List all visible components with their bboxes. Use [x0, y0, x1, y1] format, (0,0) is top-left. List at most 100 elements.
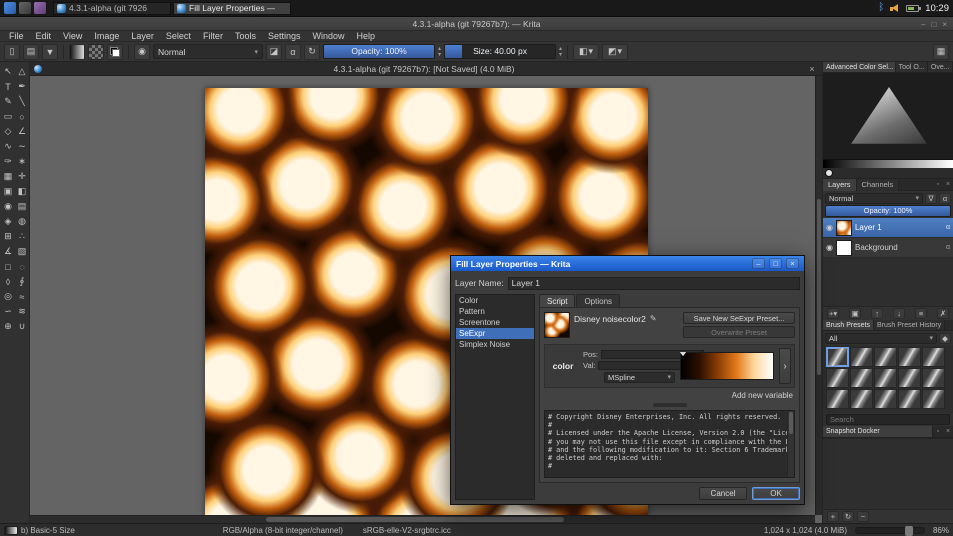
size-spinner[interactable]: ▴▾ — [559, 46, 562, 58]
toolbox-tool[interactable]: ✑ — [1, 154, 15, 169]
workspace-chooser-button[interactable]: ▦ — [933, 44, 949, 60]
maximize-icon[interactable]: □ — [931, 20, 936, 29]
toolbox-tool[interactable]: ∼ — [15, 139, 29, 154]
new-document-button[interactable]: ▯ — [4, 44, 20, 60]
toolbox-tool[interactable]: ▤ — [15, 199, 29, 214]
toolbox-tool[interactable]: ◊ — [1, 274, 15, 289]
toolbox-tool[interactable]: ✛ — [15, 169, 29, 184]
toolbox-tool[interactable]: ▭ — [1, 109, 15, 124]
toolbox-tool[interactable]: ◈ — [1, 214, 15, 229]
brush-preset[interactable] — [850, 389, 873, 409]
horizontal-scrollbar[interactable] — [30, 515, 815, 523]
snapshot-docker-tab[interactable]: Snapshot Docker — [823, 426, 933, 437]
window-titlebar[interactable]: 4.3.1-alpha (git 79267b7): — Krita – □ × — [0, 17, 953, 31]
layer-visibility-eye-icon[interactable]: ◉ — [826, 223, 833, 232]
menu-item[interactable]: Select — [160, 31, 197, 42]
brush-search-input[interactable] — [826, 414, 950, 425]
battery-icon[interactable] — [906, 5, 919, 12]
brush-preset[interactable] — [874, 389, 897, 409]
toolbox-tool[interactable]: △ — [15, 64, 29, 79]
toolbox-tool[interactable]: □ — [1, 259, 15, 274]
close-docker-icon[interactable]: × — [943, 181, 953, 188]
save-new-preset-button[interactable]: Save New SeExpr Preset... — [683, 312, 795, 324]
generator-item[interactable]: SeExpr — [456, 328, 534, 339]
brush-docker-tab[interactable]: Brush Preset History — [874, 320, 945, 330]
splitter-handle[interactable] — [653, 403, 687, 407]
menu-item[interactable]: View — [57, 31, 88, 42]
mirror-horizontal-button[interactable]: ◧ ▾ — [573, 44, 599, 60]
brush-preset[interactable] — [826, 347, 849, 367]
brush-preset[interactable] — [922, 347, 945, 367]
reload-preset-button[interactable]: ↻ — [304, 44, 320, 60]
menu-item[interactable]: Settings — [262, 31, 307, 42]
save-document-button[interactable]: ▼ — [42, 44, 58, 60]
menu-item[interactable]: Window — [306, 31, 350, 42]
toolbox-tool[interactable]: ∴ — [15, 229, 29, 244]
layer-visibility-eye-icon[interactable]: ◉ — [826, 243, 833, 252]
toolbox-tool[interactable]: ○ — [15, 109, 29, 124]
volume-icon[interactable] — [890, 4, 900, 13]
docker-tab[interactable]: Ove... — [928, 62, 953, 72]
pattern-chooser-button[interactable] — [88, 44, 104, 60]
toolbox-tool[interactable]: ∽ — [1, 304, 15, 319]
layer-row[interactable]: ◉ Background α — [823, 238, 953, 258]
minimize-icon[interactable]: – — [921, 20, 925, 29]
bluetooth-icon[interactable]: ᛒ — [878, 3, 884, 13]
layer-properties-button[interactable]: ≡ — [915, 308, 927, 319]
float-docker-icon[interactable]: ▫ — [933, 181, 943, 188]
brush-preset[interactable] — [898, 347, 921, 367]
toolbox-tool[interactable]: ◍ — [15, 214, 29, 229]
overwrite-preset-button[interactable]: Overwrite Preset — [683, 326, 795, 338]
toolbox-tool[interactable]: ≈ — [15, 289, 29, 304]
generator-item[interactable]: Screentone — [456, 317, 534, 328]
toolbox-tool[interactable]: ◉ — [1, 199, 15, 214]
layer-blend-mode-combo[interactable]: Normal ▾ — [825, 193, 923, 204]
gradient-chooser-button[interactable] — [69, 44, 85, 60]
current-color-swatch[interactable] — [825, 169, 833, 177]
toolbox-tool[interactable]: ▧ — [15, 244, 29, 259]
toolbox-tool[interactable]: ◎ — [1, 289, 15, 304]
application-menu-icon[interactable] — [4, 2, 16, 14]
float-docker-icon[interactable]: ▫ — [933, 428, 943, 435]
toolbox-tool[interactable]: ◧ — [15, 184, 29, 199]
layer-opacity-slider[interactable]: Opacity: 100% — [825, 205, 951, 217]
toolbox-tool[interactable]: ∡ — [1, 244, 15, 259]
foreground-background-color-selector[interactable] — [107, 44, 123, 60]
add-new-variable-button[interactable]: Add new variable — [732, 391, 793, 400]
docker-tab[interactable]: Tool O... — [896, 62, 928, 72]
toolbox-tool[interactable]: ⊕ — [1, 319, 15, 334]
create-snapshot-button[interactable]: + — [827, 511, 839, 522]
brush-preset[interactable] — [898, 389, 921, 409]
brush-preset[interactable] — [826, 368, 849, 388]
taskbar-window-button[interactable]: 4.3.1-alpha (git 7926 — [53, 2, 171, 15]
dialog-minimize-icon[interactable]: – — [752, 258, 765, 269]
brush-preset[interactable] — [874, 368, 897, 388]
script-editor[interactable]: # Copyright Disney Enterprises, Inc. All… — [544, 410, 795, 478]
tray-icon[interactable] — [34, 2, 46, 14]
dialog-maximize-icon[interactable]: □ — [769, 258, 782, 269]
delete-layer-button[interactable]: ✗ — [937, 308, 949, 319]
close-tab-icon[interactable]: × — [806, 64, 818, 74]
brush-preset[interactable] — [922, 389, 945, 409]
dialog-tab[interactable]: Script — [539, 294, 575, 307]
blend-mode-combo[interactable]: Normal ▾ — [153, 44, 263, 59]
toolbox-tool[interactable]: ∗ — [15, 154, 29, 169]
menu-item[interactable]: Layer — [125, 31, 160, 42]
brush-preset[interactable] — [922, 368, 945, 388]
brush-preset[interactable] — [850, 368, 873, 388]
brush-editor-toggle-button[interactable]: ◉ — [134, 44, 150, 60]
layer-filter-icon[interactable]: ∇ — [925, 193, 937, 204]
toolbox-tool[interactable]: ∪ — [15, 319, 29, 334]
preserve-alpha-button[interactable]: α — [285, 44, 301, 60]
menu-item[interactable]: Image — [88, 31, 125, 42]
advanced-color-selector[interactable] — [823, 73, 953, 159]
zoom-slider-handle[interactable] — [905, 526, 913, 536]
layer-row[interactable]: ◉ Layer 1 α — [823, 218, 953, 238]
brush-preset[interactable] — [850, 347, 873, 367]
toolbox-tool[interactable]: ▦ — [1, 169, 15, 184]
mirror-vertical-button[interactable]: ◩ ▾ — [602, 44, 628, 60]
layer-name-input[interactable] — [508, 277, 800, 290]
layers-docker-tab[interactable]: Channels — [857, 179, 900, 191]
cancel-button[interactable]: Cancel — [699, 487, 747, 500]
close-icon[interactable]: × — [942, 20, 947, 29]
